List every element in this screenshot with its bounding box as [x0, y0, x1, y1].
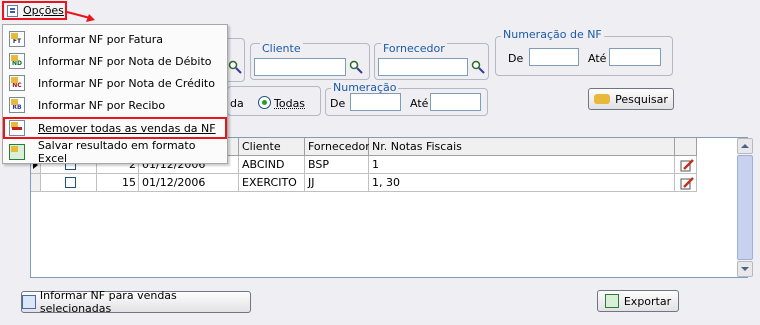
row-checkbox[interactable]	[65, 177, 76, 188]
excel-icon	[9, 144, 25, 160]
menu-item-remover-vendas[interactable]: Remover todas as vendas da NF	[3, 117, 227, 139]
menu-item-label: Informar NF por Nota de Débito	[38, 54, 212, 68]
num-de-input[interactable]	[350, 93, 401, 111]
edit-cell	[675, 174, 697, 192]
table-row-checkbox-cell	[41, 174, 97, 192]
menu-item-label: Informar NF por Nota de Crédito	[38, 76, 215, 90]
cell-fornecedor: JJ	[305, 174, 369, 192]
options-dropdown: FT Informar NF por Fatura ND Informar NF p…	[2, 24, 228, 165]
pesquisar-button[interactable]: Pesquisar	[588, 88, 674, 110]
nf-de-label: De	[508, 52, 524, 65]
header-edit	[675, 138, 697, 156]
rb-icon: RB	[9, 97, 25, 113]
menu-item-label: Informar NF por Recibo	[38, 98, 166, 112]
menu-item-label: Remover todas as vendas da NF	[38, 121, 216, 135]
exportar-label: Exportar	[623, 294, 672, 308]
todas-label: Todas	[274, 97, 306, 110]
numeracao-nf-legend: Numeração de NF	[501, 28, 604, 41]
options-icon	[7, 4, 18, 17]
fornecedor-search-icon[interactable]	[471, 60, 485, 74]
options-menu-label: Opções	[23, 4, 64, 17]
exportar-button[interactable]: Exportar	[597, 290, 679, 312]
informar-icon	[22, 295, 36, 309]
menu-item-label: Salvar resultado em formato Excel	[37, 139, 196, 165]
cell-notas: 1	[369, 156, 675, 174]
cliente-legend: Cliente	[260, 42, 303, 55]
header-cliente[interactable]: Cliente	[239, 138, 305, 156]
chevron-down-icon	[741, 267, 749, 271]
cell-fornecedor: BSP	[305, 156, 369, 174]
fornecedor-legend: Fornecedor	[381, 42, 447, 55]
cell-cliente: ABCIND	[239, 156, 305, 174]
ft-icon: FT	[9, 31, 25, 47]
nc-icon: NC	[9, 75, 25, 91]
informar-nf-button[interactable]: Informar NF para vendas selecionadas	[21, 289, 251, 315]
red-arrow-icon	[66, 11, 95, 22]
radio-partial-label: da	[230, 97, 244, 110]
edit-pencil-icon[interactable]	[680, 176, 694, 190]
nf-ate-input[interactable]	[609, 48, 661, 66]
remove-list-icon	[9, 120, 25, 136]
menu-item-recibo[interactable]: RB Informar NF por Recibo	[3, 94, 227, 116]
informar-nf-label: Informar NF para vendas selecionadas	[39, 289, 177, 315]
menu-item-salvar-excel[interactable]: Salvar resultado em formato Excel	[3, 139, 227, 165]
cell-date: 01/12/2006	[139, 174, 239, 192]
cell-notas: 1, 30	[369, 174, 675, 192]
nd-icon: ND	[9, 53, 25, 69]
scroll-down-button[interactable]	[737, 261, 753, 277]
scroll-thumb[interactable]	[737, 155, 753, 260]
pesquisar-label: Pesquisar	[615, 92, 668, 106]
todas-radio[interactable]	[258, 96, 271, 109]
header-fornecedor[interactable]: Fornecedor	[305, 138, 370, 156]
header-notas[interactable]: Nr. Notas Fiscais	[369, 138, 675, 156]
excel-icon	[604, 294, 619, 308]
num-ate-label: Até	[410, 97, 429, 110]
vertical-scrollbar[interactable]	[737, 138, 753, 277]
handshake-icon	[594, 94, 611, 104]
cell-cliente: EXERCITO	[239, 174, 305, 192]
nf-de-input[interactable]	[529, 48, 579, 66]
num-de-label: De	[330, 97, 346, 110]
scroll-up-button[interactable]	[737, 138, 753, 154]
cell-num: 15	[97, 174, 139, 192]
menu-bar	[0, 0, 760, 20]
search-icon[interactable]	[228, 60, 242, 74]
row-indicator	[31, 174, 41, 192]
edit-cell	[675, 156, 697, 174]
edit-pencil-icon[interactable]	[680, 158, 694, 172]
chevron-up-icon	[741, 144, 749, 148]
cliente-search-icon[interactable]	[349, 60, 363, 74]
fornecedor-input[interactable]	[378, 58, 468, 76]
menu-item-nota-credito[interactable]: NC Informar NF por Nota de Crédito	[3, 72, 227, 94]
options-menu-button[interactable]: Opções	[2, 1, 67, 20]
menu-item-label: Informar NF por Fatura	[38, 32, 164, 46]
menu-item-fatura[interactable]: FT Informar NF por Fatura	[3, 28, 227, 50]
nf-ate-label: Até	[588, 52, 607, 65]
num-ate-input[interactable]	[430, 93, 481, 111]
menu-item-nota-debito[interactable]: ND Informar NF por Nota de Débito	[3, 50, 227, 72]
cliente-input[interactable]	[254, 58, 346, 76]
